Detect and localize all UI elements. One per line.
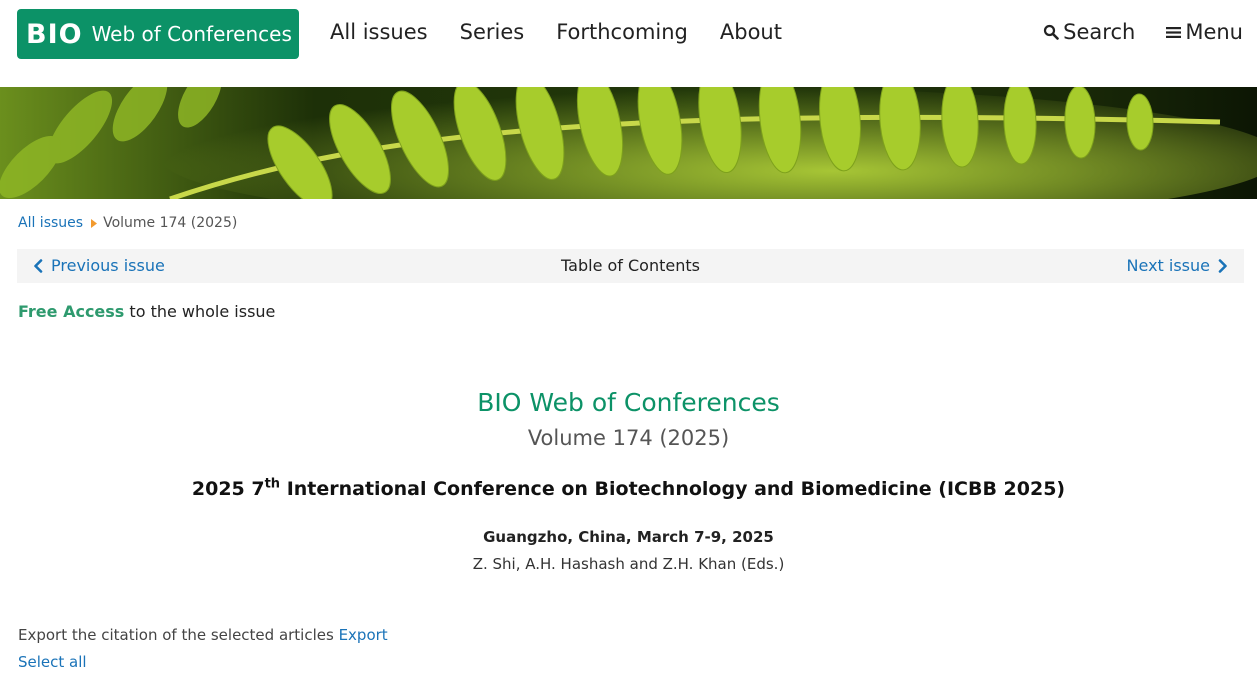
export-citation-row: Export the citation of the selected arti… [18,624,388,646]
menu-button[interactable]: Menu [1166,18,1243,46]
conference-title-sup: th [264,476,281,492]
search-label: Search [1063,20,1136,44]
logo-rest-text: Web of Conferences [91,22,292,46]
volume-title: Volume 174 (2025) [527,426,730,450]
next-issue-label: Next issue [1126,256,1210,275]
logo-bio-text: BIO [26,18,83,50]
export-text: Export the citation of the selected arti… [18,626,339,644]
breadcrumb: All issues Volume 174 (2025) [18,213,237,233]
nav-about[interactable]: About [720,18,782,46]
toc-navigation-bar: Table of Contents Previous issue Next is… [17,249,1244,283]
breadcrumb-current: Volume 174 (2025) [103,215,238,231]
nav-all-issues[interactable]: All issues [330,18,428,46]
conference-title: 2025 7th International Conference on Bio… [0,474,1257,504]
journal-title: BIO Web of Conferences [477,388,780,417]
site-logo[interactable]: BIO Web of Conferences [17,9,299,59]
previous-issue-link[interactable]: Previous issue [33,255,165,277]
fern-banner-image [0,87,1257,199]
caret-right-icon [91,218,98,228]
header-actions: Search Menu [1012,18,1243,46]
free-access-text: to the whole issue [124,302,276,321]
toc-title: Table of Contents [561,256,700,275]
previous-issue-label: Previous issue [51,256,165,275]
search-button[interactable]: Search [1043,18,1135,46]
nav-forthcoming[interactable]: Forthcoming [556,18,688,46]
chevron-right-icon [1218,259,1228,273]
search-icon [1043,24,1059,40]
conference-editors: Z. Shi, A.H. Hashash and Z.H. Khan (Eds.… [472,555,785,573]
nav-series[interactable]: Series [460,18,525,46]
breadcrumb-all-issues[interactable]: All issues [18,213,83,233]
site-header: BIO Web of Conferences All issues Series… [0,0,1257,87]
menu-label: Menu [1185,20,1243,44]
free-access-label[interactable]: Free Access [18,302,124,321]
conference-title-suffix: International Conference on Biotechnolog… [280,478,1066,500]
conference-location: Guangzho, China, March 7-9, 2025 [483,528,774,546]
select-all-link[interactable]: Select all [18,651,87,673]
export-link[interactable]: Export [339,626,388,644]
main-nav: All issues Series Forthcoming About [330,18,814,46]
hamburger-icon [1166,25,1182,39]
chevron-left-icon [33,259,43,273]
next-issue-link[interactable]: Next issue [1127,255,1228,277]
conference-title-prefix: 2025 7 [191,478,265,500]
free-access-notice: Free Access to the whole issue [18,301,275,323]
